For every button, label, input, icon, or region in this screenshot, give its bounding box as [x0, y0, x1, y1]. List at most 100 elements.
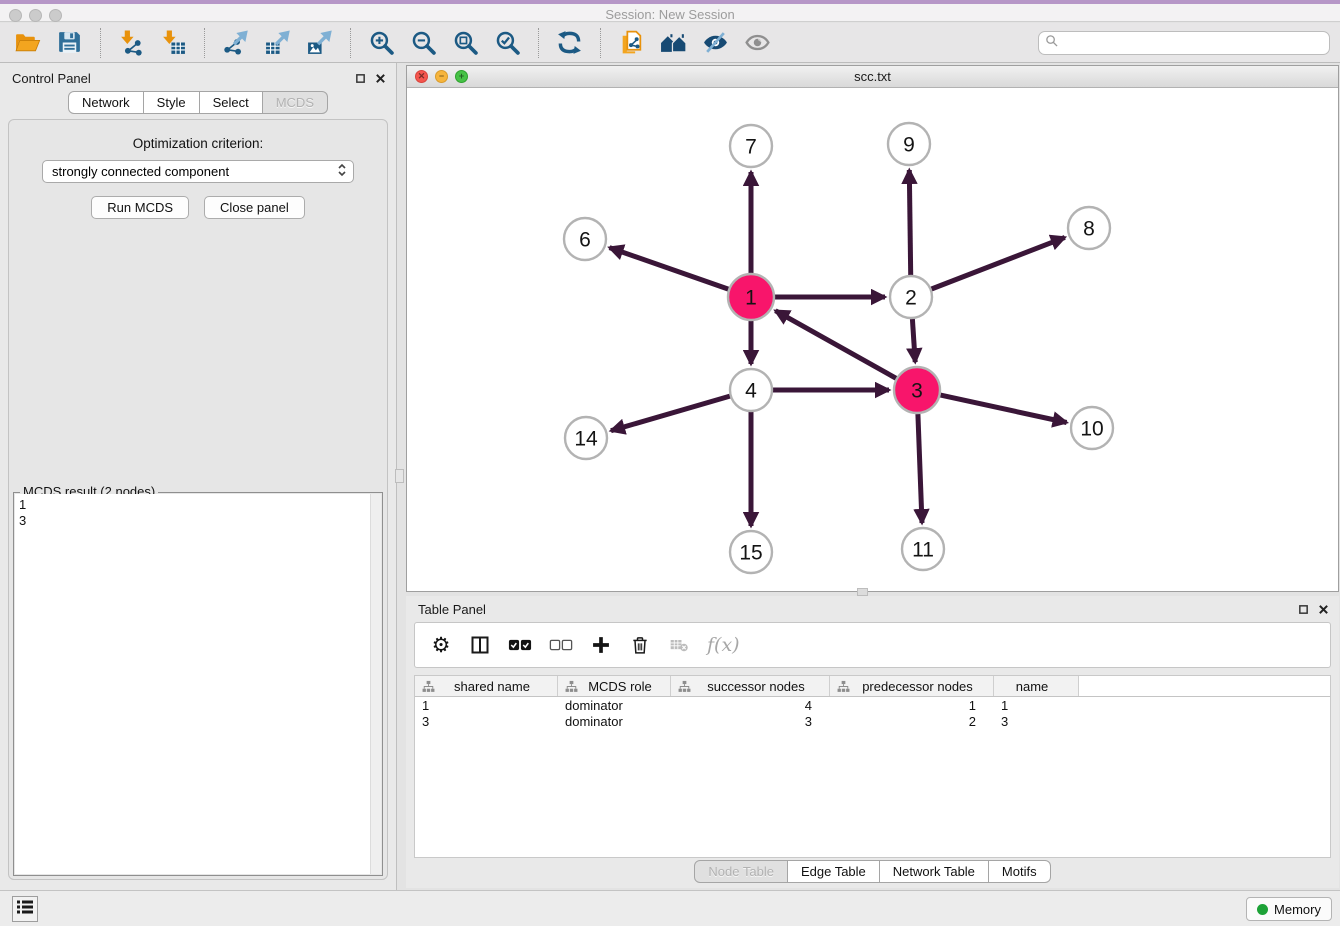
- unselect-all-columns-icon[interactable]: [549, 633, 573, 657]
- criterion-select-value: strongly connected component: [52, 164, 337, 179]
- houses-icon[interactable]: [660, 29, 687, 56]
- add-column-icon[interactable]: [590, 633, 612, 657]
- search-input[interactable]: [1062, 35, 1323, 50]
- graph-edge-3-11[interactable]: [918, 414, 922, 523]
- tab-select[interactable]: Select: [200, 91, 263, 114]
- main-toolbar: [0, 23, 1340, 63]
- column-tree-icon: [422, 680, 435, 693]
- graph-node-9[interactable]: 9: [888, 123, 930, 165]
- graph-node-8[interactable]: 8: [1068, 207, 1110, 249]
- column-layout-icon[interactable]: [469, 633, 491, 657]
- list-icon: [16, 899, 34, 920]
- cell-shared-name[interactable]: 3: [415, 714, 558, 729]
- column-tree-icon: [837, 680, 850, 693]
- graph-node-10[interactable]: 10: [1071, 407, 1113, 449]
- export-network-icon[interactable]: [222, 29, 249, 56]
- network-canvas[interactable]: 7 9 6 8 1 2 4 3 14 10 15 11: [407, 88, 1338, 591]
- tab-network[interactable]: Network: [68, 91, 144, 114]
- table-tab-network-table[interactable]: Network Table: [880, 860, 989, 883]
- graph-node-15[interactable]: 15: [730, 531, 772, 573]
- toolbar-separator: [600, 28, 601, 58]
- window-title: Session: New Session: [0, 7, 1340, 22]
- clone-network-icon[interactable]: [618, 29, 645, 56]
- graph-node-4[interactable]: 4: [730, 369, 772, 411]
- export-image-icon[interactable]: [306, 29, 333, 56]
- save-session-icon[interactable]: [56, 29, 83, 56]
- zoom-in-icon[interactable]: [368, 29, 395, 56]
- zoom-out-icon[interactable]: [410, 29, 437, 56]
- table-tab-node-table[interactable]: Node Table: [694, 860, 788, 883]
- graph-node-label: 8: [1083, 218, 1095, 241]
- network-window-title: scc.txt: [407, 69, 1338, 84]
- graph-node-label: 3: [911, 380, 923, 403]
- column-header-name[interactable]: name: [994, 676, 1079, 696]
- open-session-icon[interactable]: [14, 29, 41, 56]
- mcds-result-box: MCDS result (2 nodes) 13: [13, 492, 383, 876]
- column-header-mcds-role[interactable]: MCDS role: [558, 676, 671, 696]
- graph-node-14[interactable]: 14: [565, 417, 607, 459]
- tab-mcds[interactable]: MCDS: [263, 91, 328, 114]
- graph-node-11[interactable]: 11: [902, 528, 944, 570]
- criterion-select[interactable]: strongly connected component: [42, 160, 354, 183]
- table-tab-motifs[interactable]: Motifs: [989, 860, 1051, 883]
- hide-labels-icon[interactable]: [702, 29, 729, 56]
- close-panel-icon[interactable]: [375, 71, 386, 89]
- graph-node-3[interactable]: 3: [894, 367, 940, 413]
- graph-edge-1-6[interactable]: [610, 248, 729, 290]
- cell-shared-name[interactable]: 1: [415, 698, 558, 713]
- run-mcds-button[interactable]: Run MCDS: [91, 196, 189, 219]
- table-panel-header: Table Panel: [406, 596, 1339, 624]
- graph-node-1[interactable]: 1: [728, 274, 774, 320]
- cell-mcds-role[interactable]: dominator: [558, 698, 671, 713]
- graph-edge-3-1[interactable]: [775, 311, 896, 379]
- cell-mcds-role[interactable]: dominator: [558, 714, 671, 729]
- tab-style[interactable]: Style: [144, 91, 200, 114]
- cell-predecessor-nodes[interactable]: 1: [830, 698, 994, 713]
- float-panel-icon[interactable]: [355, 71, 366, 89]
- graph-node-7[interactable]: 7: [730, 125, 772, 167]
- table-tabs-row: Node TableEdge TableNetwork TableMotifs: [406, 860, 1339, 883]
- cell-name[interactable]: 1: [994, 698, 1079, 713]
- close-panel-button[interactable]: Close panel: [204, 196, 305, 219]
- mcds-result-area[interactable]: 13: [15, 494, 381, 874]
- select-stepper-icon: [337, 162, 347, 181]
- table-splitter-handle[interactable]: [857, 588, 868, 596]
- search-icon: [1045, 34, 1058, 52]
- cell-successor-nodes[interactable]: 3: [671, 714, 830, 729]
- cell-name[interactable]: 3: [994, 714, 1079, 729]
- graph-node-label: 4: [745, 380, 757, 403]
- import-table-icon[interactable]: [160, 29, 187, 56]
- graph-edge-2-3[interactable]: [912, 319, 915, 362]
- control-panel-title: Control Panel: [12, 71, 91, 86]
- graph-edge-2-8[interactable]: [932, 237, 1065, 289]
- zoom-selected-icon[interactable]: [494, 29, 521, 56]
- mcds-scrollbar[interactable]: [370, 494, 381, 874]
- graph-node-2[interactable]: 2: [890, 276, 932, 318]
- memory-button-label: Memory: [1274, 902, 1321, 917]
- graph-node-label: 15: [739, 542, 762, 565]
- delete-column-icon[interactable]: [629, 633, 651, 657]
- table-settings-icon[interactable]: ⚙: [430, 633, 452, 657]
- float-table-panel-icon[interactable]: [1298, 602, 1309, 620]
- close-table-panel-icon[interactable]: [1318, 602, 1329, 620]
- graph-edge-3-10[interactable]: [941, 395, 1067, 422]
- column-header-predecessor-nodes[interactable]: predecessor nodes: [830, 676, 994, 696]
- show-eye-icon[interactable]: [744, 29, 771, 56]
- memory-button[interactable]: Memory: [1246, 897, 1332, 921]
- graph-edge-2-9[interactable]: [909, 170, 910, 275]
- export-table-icon[interactable]: [264, 29, 291, 56]
- column-header-successor-nodes[interactable]: successor nodes: [671, 676, 830, 696]
- apply-layout-icon[interactable]: [556, 29, 583, 56]
- cell-successor-nodes[interactable]: 4: [671, 698, 830, 713]
- panel-splitter-handle[interactable]: [395, 469, 404, 483]
- cell-predecessor-nodes[interactable]: 2: [830, 714, 994, 729]
- column-header-shared-name[interactable]: shared name: [415, 676, 558, 696]
- task-history-button[interactable]: [12, 896, 38, 922]
- table-tab-edge-table[interactable]: Edge Table: [788, 860, 880, 883]
- search-box[interactable]: [1038, 31, 1330, 55]
- zoom-fit-icon[interactable]: [452, 29, 479, 56]
- import-network-icon[interactable]: [118, 29, 145, 56]
- select-all-columns-icon[interactable]: [508, 633, 532, 657]
- graph-node-6[interactable]: 6: [564, 218, 606, 260]
- graph-edge-4-14[interactable]: [611, 396, 730, 431]
